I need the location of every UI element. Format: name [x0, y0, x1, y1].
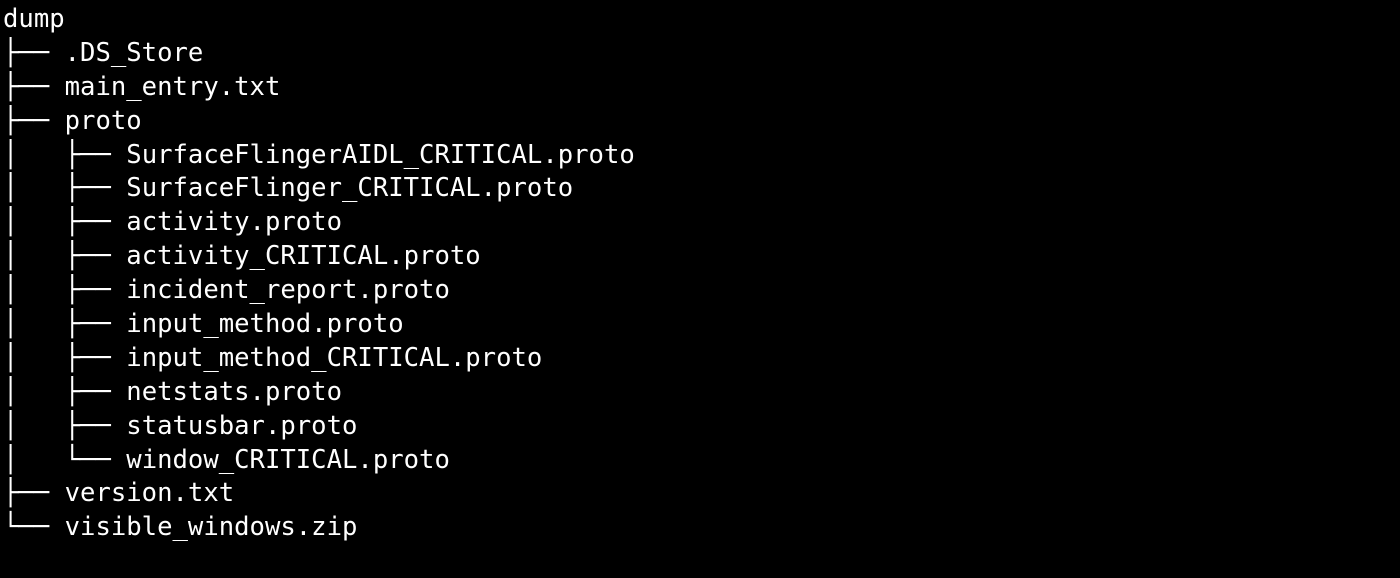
tree-root-label: dump: [3, 4, 65, 34]
tree-connector-branch-icon: ├──: [3, 71, 65, 102]
tree-file-name[interactable]: input_method_CRITICAL.proto: [126, 343, 542, 373]
tree-connector-branch-icon: │ ├──: [3, 207, 127, 238]
tree-row[interactable]: ├── proto: [3, 105, 1400, 139]
directory-tree: dump ├── .DS_Store ├── main_entry.txt ├── p…: [3, 3, 1400, 545]
tree-connector-branch-icon: │ ├──: [3, 309, 127, 340]
tree-connector-branch-icon: │ ├──: [3, 173, 127, 204]
tree-root-row: dump: [3, 3, 1400, 37]
tree-connector-last-icon: └──: [3, 512, 65, 543]
tree-file-name[interactable]: incident_report.proto: [126, 275, 450, 305]
tree-row[interactable]: │ ├── incident_report.proto: [3, 274, 1400, 308]
tree-connector-branch-icon: │ ├──: [3, 275, 127, 306]
tree-row[interactable]: │ ├── SurfaceFlinger_CRITICAL.proto: [3, 172, 1400, 206]
tree-connector-branch-icon: │ ├──: [3, 241, 127, 272]
tree-connector-branch-icon: ├──: [3, 105, 65, 136]
tree-directory-name[interactable]: proto: [65, 106, 142, 136]
tree-connector-branch-icon: │ ├──: [3, 376, 127, 407]
tree-file-name[interactable]: statusbar.proto: [126, 411, 357, 441]
tree-file-name[interactable]: activity.proto: [126, 207, 342, 237]
tree-row[interactable]: │ ├── activity.proto: [3, 206, 1400, 240]
tree-row[interactable]: ├── main_entry.txt: [3, 71, 1400, 105]
tree-file-name[interactable]: SurfaceFlinger_CRITICAL.proto: [126, 173, 573, 203]
tree-file-name[interactable]: activity_CRITICAL.proto: [126, 241, 480, 271]
tree-connector-branch-icon: ├──: [3, 37, 65, 68]
tree-file-name[interactable]: visible_windows.zip: [65, 512, 358, 542]
tree-connector-last-icon: │ └──: [3, 444, 127, 475]
tree-row[interactable]: │ ├── SurfaceFlingerAIDL_CRITICAL.proto: [3, 139, 1400, 173]
tree-connector-branch-icon: │ ├──: [3, 342, 127, 373]
tree-connector-branch-icon: ├──: [3, 478, 65, 509]
terminal-window: dump ├── .DS_Store ├── main_entry.txt ├── p…: [0, 0, 1400, 578]
tree-row[interactable]: └── visible_windows.zip: [3, 511, 1400, 545]
tree-file-name[interactable]: version.txt: [65, 478, 235, 508]
tree-file-name[interactable]: .DS_Store: [65, 38, 204, 68]
tree-row[interactable]: ├── .DS_Store: [3, 37, 1400, 71]
tree-file-name[interactable]: window_CRITICAL.proto: [126, 445, 450, 475]
tree-file-name[interactable]: main_entry.txt: [65, 72, 281, 102]
tree-row[interactable]: │ ├── netstats.proto: [3, 376, 1400, 410]
tree-row[interactable]: │ └── window_CRITICAL.proto: [3, 444, 1400, 478]
tree-row[interactable]: │ ├── input_method_CRITICAL.proto: [3, 342, 1400, 376]
tree-row[interactable]: ├── version.txt: [3, 477, 1400, 511]
tree-connector-branch-icon: │ ├──: [3, 139, 127, 170]
tree-file-name[interactable]: input_method.proto: [126, 309, 403, 339]
tree-file-name[interactable]: netstats.proto: [126, 377, 342, 407]
tree-row[interactable]: │ ├── statusbar.proto: [3, 410, 1400, 444]
tree-connector-branch-icon: │ ├──: [3, 410, 127, 441]
tree-row[interactable]: │ ├── input_method.proto: [3, 308, 1400, 342]
tree-file-name[interactable]: SurfaceFlingerAIDL_CRITICAL.proto: [126, 140, 635, 170]
tree-row[interactable]: │ ├── activity_CRITICAL.proto: [3, 240, 1400, 274]
